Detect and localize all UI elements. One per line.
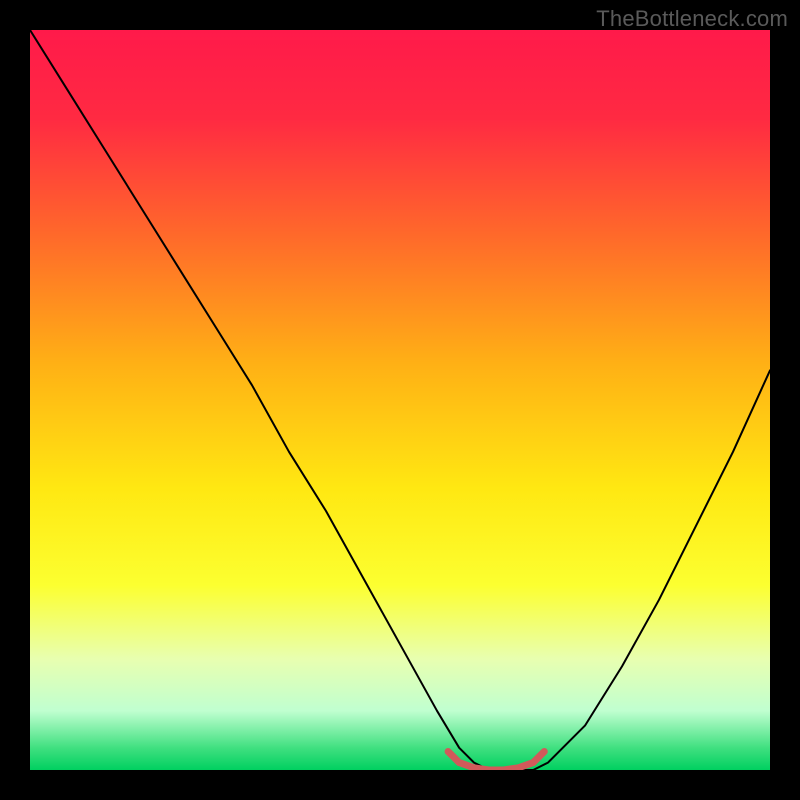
gradient-background bbox=[30, 30, 770, 770]
watermark-label: TheBottleneck.com bbox=[596, 6, 788, 32]
chart-svg bbox=[30, 30, 770, 770]
plot-area bbox=[30, 30, 770, 770]
chart-container: TheBottleneck.com bbox=[0, 0, 800, 800]
